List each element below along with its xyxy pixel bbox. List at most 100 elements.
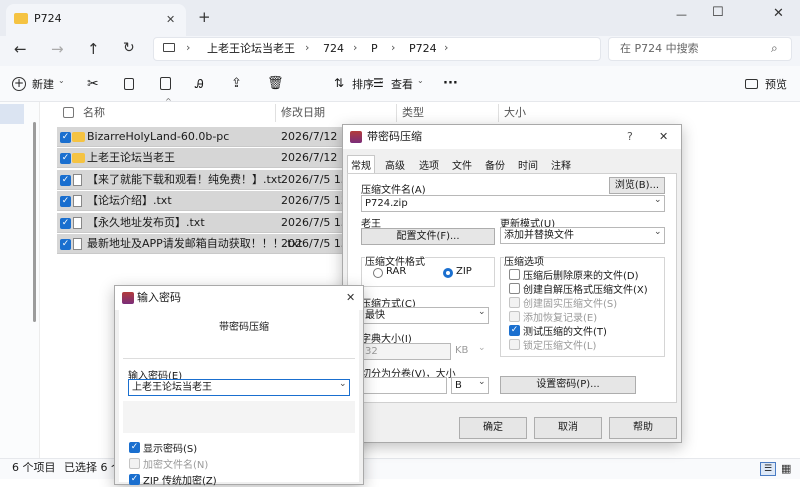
file-row[interactable]: ✓ 【论坛介绍】.txt 2026/7/5 13:1 — [57, 191, 359, 211]
update-mode-select[interactable]: 添加并替换文件 — [500, 227, 665, 244]
browse-button[interactable]: 浏览(B)... — [609, 177, 665, 194]
cancel-button[interactable]: 取消 — [534, 417, 602, 439]
row-checkbox[interactable]: ✓ — [60, 153, 71, 164]
options-group-label: 压缩选项 — [504, 253, 544, 268]
split-size-combo[interactable] — [361, 377, 447, 394]
radio-zip-label[interactable]: ZIP — [456, 266, 472, 277]
file-row[interactable]: ✓ 【永久地址发布页】.txt 2026/7/5 13:1 — [57, 213, 359, 233]
tab-label[interactable]: 选项 — [419, 157, 439, 172]
chevron-right-icon[interactable]: › — [391, 41, 395, 54]
set-password-button[interactable]: 设置密码(P)... — [500, 376, 636, 394]
rename-icon[interactable]: Ꭿ — [195, 77, 204, 92]
archive-name-combo[interactable]: P724.zip — [361, 195, 665, 212]
radio-rar-label[interactable]: RAR — [386, 266, 406, 277]
option-label[interactable]: 创建自解压格式压缩文件(X) — [523, 281, 648, 296]
option-checkbox — [509, 297, 520, 308]
row-checkbox[interactable]: ✓ — [60, 196, 71, 207]
breadcrumb-item[interactable]: 上老王论坛当老王 — [207, 39, 295, 59]
method-select[interactable]: 最快 — [361, 307, 489, 324]
forward-arrow-icon[interactable]: → — [51, 40, 64, 58]
paste-icon[interactable] — [160, 77, 171, 90]
select-all-checkbox[interactable] — [63, 107, 74, 118]
help-icon[interactable]: ? — [627, 130, 633, 143]
tiles-view-icon[interactable]: ▦ — [781, 462, 791, 475]
column-divider[interactable] — [275, 104, 276, 122]
refresh-icon[interactable]: ↻ — [123, 40, 135, 56]
search-box[interactable]: 在 P724 中搜索 ⌕ — [608, 37, 792, 61]
new-label: 新建 — [32, 78, 54, 91]
new-tab-button[interactable]: + — [198, 8, 211, 26]
column-divider[interactable] — [498, 104, 499, 122]
password-input[interactable]: 上老王论坛当老王 — [128, 379, 350, 396]
column-header-name[interactable]: 名称 — [83, 103, 105, 123]
copy-icon[interactable] — [124, 78, 134, 90]
up-arrow-icon[interactable]: ↑ — [87, 40, 100, 58]
cut-icon[interactable]: ✂ — [87, 76, 99, 92]
chevron-down-icon[interactable]: ⌄ — [654, 227, 662, 237]
file-row[interactable]: ✓ 最新地址及APP请发邮箱自动获取！！！.txt 2026/7/5 13:1 — [57, 234, 359, 254]
breadcrumb-item[interactable]: P — [371, 39, 378, 59]
more-options-button[interactable]: ··· — [443, 76, 458, 91]
ok-button[interactable]: 确定 — [459, 417, 527, 439]
tab-close-icon[interactable]: ✕ — [166, 13, 175, 26]
column-header-date[interactable]: 修改日期 — [281, 103, 325, 123]
tab-label[interactable]: 注释 — [551, 157, 571, 172]
chevron-right-icon[interactable]: › — [444, 41, 448, 54]
tab-label[interactable]: 常规 — [351, 157, 371, 172]
plus-circle-icon: + — [12, 76, 26, 91]
file-row[interactable]: ✓ 【来了就能下载和观看！纯免费！】.txt 2026/7/5 13:1 — [57, 170, 359, 190]
file-row[interactable]: ✓ BizarreHolyLand-60.0b-pc 2026/7/12 15: — [57, 127, 359, 147]
details-view-icon[interactable]: ☰ — [760, 462, 776, 476]
chevron-down-icon[interactable]: ⌄ — [478, 307, 486, 317]
chevron-right-icon[interactable]: › — [353, 41, 357, 54]
row-checkbox[interactable]: ✓ — [60, 239, 71, 250]
text-file-icon — [73, 174, 82, 186]
chevron-down-icon[interactable]: ⌄ — [478, 377, 486, 387]
option-checkbox[interactable] — [509, 283, 520, 294]
address-bar[interactable]: › 上老王论坛当老王 › 724 › P › P724 › — [153, 37, 601, 61]
minimize-button[interactable]: — — [676, 8, 687, 21]
show-password-checkbox[interactable]: ✓ — [129, 442, 140, 453]
show-password-label[interactable]: 显示密码(S) — [143, 440, 197, 455]
zip-legacy-checkbox[interactable]: ✓ — [129, 474, 140, 485]
radio-zip[interactable] — [443, 268, 453, 278]
row-checkbox[interactable]: ✓ — [60, 132, 71, 143]
view-icon: ☰ — [373, 76, 384, 90]
close-icon[interactable]: ✕ — [659, 130, 668, 143]
profiles-button[interactable]: 配置文件(F)... — [361, 228, 495, 245]
spacer-area — [123, 401, 355, 433]
tab-label[interactable]: 时间 — [518, 157, 538, 172]
tab-label[interactable]: 高级 — [385, 157, 405, 172]
option-label[interactable]: 压缩后删除原来的文件(D) — [523, 267, 639, 282]
option-checkbox[interactable] — [509, 269, 520, 280]
chevron-right-icon[interactable]: › — [186, 41, 190, 54]
row-checkbox[interactable]: ✓ — [60, 218, 71, 229]
option-checkbox[interactable]: ✓ — [509, 325, 520, 336]
column-divider[interactable] — [396, 104, 397, 122]
radio-rar[interactable] — [373, 268, 383, 278]
close-window-button[interactable]: ✕ — [773, 6, 784, 21]
chevron-down-icon[interactable]: ⌄ — [654, 195, 662, 205]
breadcrumb-item[interactable]: 724 — [323, 39, 344, 59]
share-icon[interactable]: ⇪ — [231, 76, 242, 91]
delete-icon[interactable]: 🗑 — [267, 76, 284, 91]
breadcrumb-item[interactable]: P724 — [409, 39, 437, 59]
maximize-button[interactable]: ☐ — [712, 5, 724, 20]
file-row[interactable]: ✓ 上老王论坛当老王 2026/7/12 15: — [57, 148, 359, 168]
zip-legacy-label[interactable]: ZIP 传统加密(Z) — [143, 472, 217, 487]
help-button[interactable]: 帮助 — [609, 417, 677, 439]
view-label: 查看 — [391, 78, 413, 91]
tab-p724[interactable]: P724 ✕ — [6, 4, 186, 36]
option-label: 锁定压缩文件(L) — [523, 341, 597, 352]
column-header-size[interactable]: 大小 — [504, 103, 526, 123]
row-checkbox[interactable]: ✓ — [60, 175, 71, 186]
option-label[interactable]: 测试压缩的文件(T) — [523, 323, 607, 338]
tab-label[interactable]: 备份 — [485, 157, 505, 172]
chevron-down-icon[interactable]: ⌄ — [339, 379, 347, 389]
back-arrow-icon[interactable]: ← — [14, 40, 27, 58]
tab-label[interactable]: 文件 — [452, 157, 472, 172]
chevron-right-icon[interactable]: › — [305, 41, 309, 54]
nav-pane-scrollbar[interactable] — [33, 122, 36, 322]
close-icon[interactable]: ✕ — [346, 291, 355, 304]
column-header-type[interactable]: 类型 — [402, 103, 424, 123]
